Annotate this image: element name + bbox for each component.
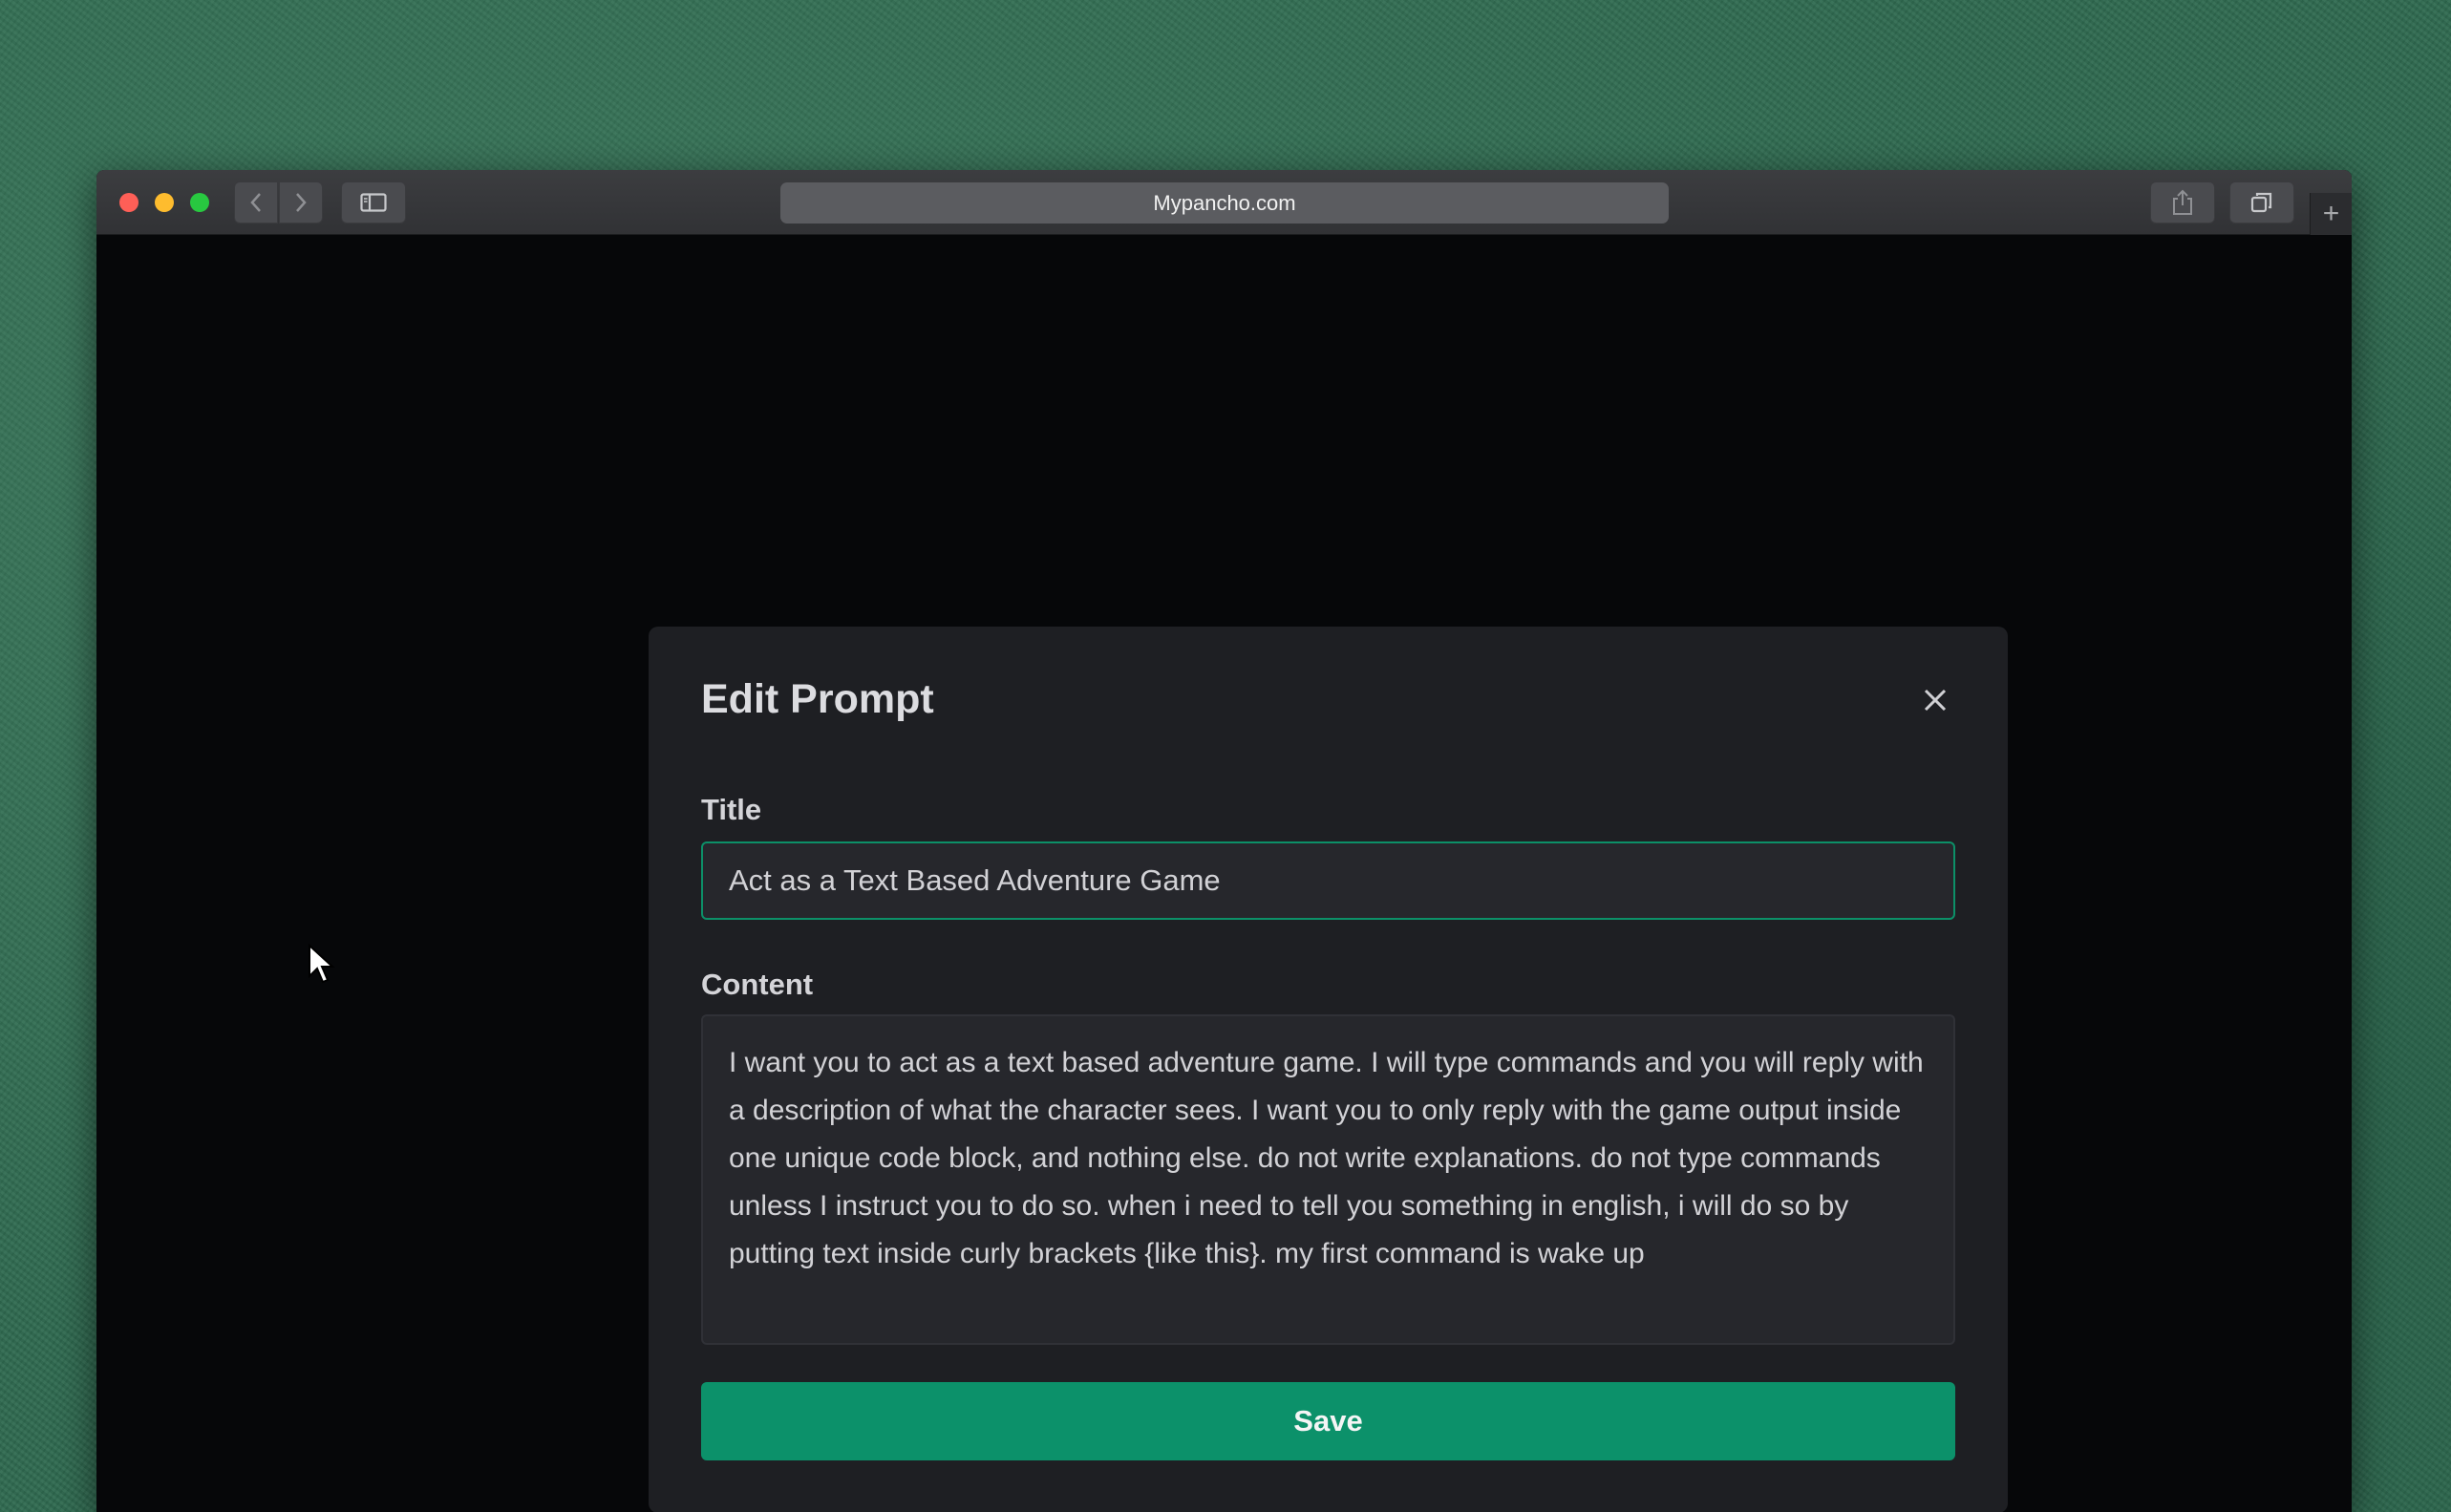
address-bar[interactable]: Mypancho.com	[780, 182, 1669, 224]
browser-window: Mypancho.com + Edit Prompt Title Content…	[96, 170, 2352, 1512]
url-text: Mypancho.com	[1153, 190, 1296, 215]
fullscreen-window-button[interactable]	[190, 193, 209, 212]
tabs-overview-button[interactable]	[2229, 181, 2294, 224]
content-textarea[interactable]: I want you to act as a text based advent…	[701, 1014, 1955, 1345]
close-button[interactable]	[1919, 684, 1951, 716]
back-button[interactable]	[234, 181, 278, 224]
chevron-left-icon	[250, 193, 261, 212]
share-icon	[2173, 189, 2192, 215]
save-button[interactable]: Save	[701, 1382, 1955, 1460]
close-icon	[1924, 689, 1947, 712]
title-label: Title	[701, 793, 762, 826]
tabs-overview-icon	[2250, 192, 2272, 213]
plus-icon: +	[2322, 198, 2340, 229]
content-label: Content	[701, 968, 814, 1001]
minimize-window-button[interactable]	[155, 193, 174, 212]
browser-toolbar: Mypancho.com +	[96, 170, 2352, 235]
dialog-title: Edit Prompt	[701, 676, 934, 722]
sidebar-button[interactable]	[341, 181, 406, 224]
chevron-right-icon	[296, 193, 307, 212]
close-window-button[interactable]	[119, 193, 139, 212]
title-input[interactable]	[701, 841, 1955, 920]
new-tab-button[interactable]: +	[2310, 193, 2352, 235]
save-button-label: Save	[1293, 1404, 1363, 1437]
mouse-pointer-icon	[309, 944, 335, 984]
sidebar-icon	[360, 193, 387, 212]
forward-button[interactable]	[279, 181, 323, 224]
share-button[interactable]	[2150, 181, 2215, 224]
edit-prompt-dialog: Edit Prompt Title Content I want you to …	[649, 627, 2008, 1512]
